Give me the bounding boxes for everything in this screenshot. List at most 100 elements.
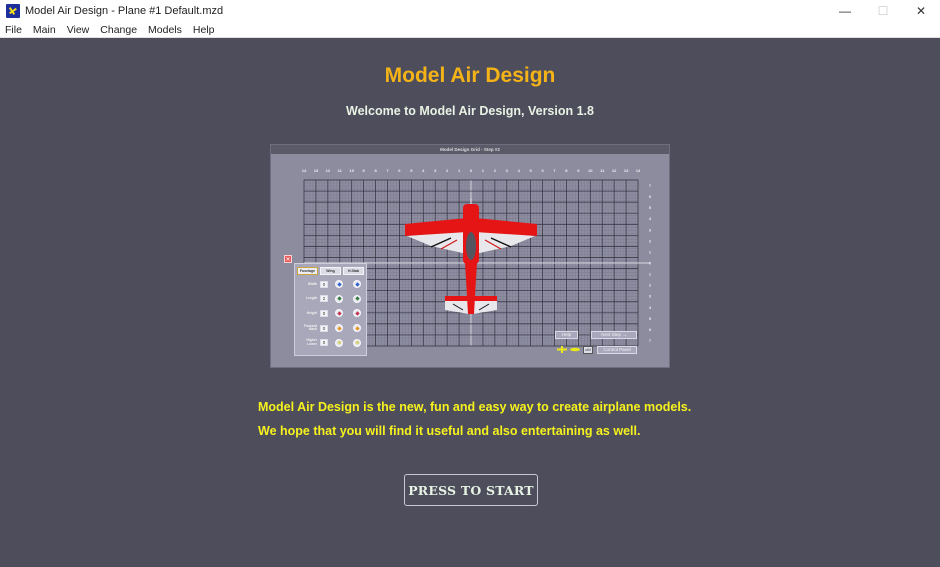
right-axis-tick-label: 3 [649, 294, 652, 299]
increase-icon [335, 280, 343, 289]
menu-main[interactable]: Main [27, 24, 61, 36]
top-axis-tick-label: 9 [577, 168, 580, 173]
description-line-1: Model Air Design is the new, fun and eas… [258, 400, 692, 414]
plane-side-icon [570, 347, 580, 352]
panel-row-label: Forward Back [303, 323, 317, 332]
panel-row: Length 2 [295, 292, 366, 307]
next-step-button-preview: Next Step → [591, 331, 637, 339]
top-axis-tick-label: 7 [386, 168, 389, 173]
panel-row-value: 0 [320, 324, 328, 332]
menu-models[interactable]: Models [142, 24, 187, 36]
right-axis-tick-label: 3 [649, 227, 652, 232]
tab-fuselage: Fuselage [297, 267, 318, 275]
right-axis-tick-label: 1 [649, 272, 652, 277]
control-panel-button-preview: Control Panel [597, 346, 637, 354]
right-axis-tick-label: 2 [649, 283, 652, 288]
top-axis-tick-label: 8 [374, 168, 377, 173]
top-axis-tick-label: 4 [518, 168, 521, 173]
top-axis-tick-label: 11 [338, 168, 343, 173]
panel-row-value: 0 [320, 309, 328, 317]
top-axis-tick-label: 13 [314, 168, 319, 173]
right-axis-tick-label: 2 [649, 238, 652, 243]
right-axis-tick-label: 5 [649, 205, 652, 210]
right-axis-tick-label: 0 [649, 261, 652, 266]
decrease-icon [353, 280, 361, 289]
top-axis-tick-label: 3 [434, 168, 437, 173]
top-axis-tick-label: 1 [482, 168, 485, 173]
right-axis-tick-label: 4 [649, 305, 652, 310]
top-axis-tick-label: 5 [530, 168, 533, 173]
top-axis-tick-label: 0 [470, 168, 473, 173]
menu-view[interactable]: View [61, 24, 95, 36]
top-axis-tick-label: 3 [506, 168, 509, 173]
right-axis-tick-label: 1 [649, 249, 652, 254]
press-to-start-button[interactable]: PRESS TO START [404, 474, 538, 506]
top-axis-tick-label: 4 [422, 168, 425, 173]
top-axis-tick-label: 8 [565, 168, 568, 173]
panel-row-value: 2 [320, 295, 328, 303]
right-axis-tick-label: 4 [649, 216, 652, 221]
top-axis-tick-label: 12 [326, 168, 331, 173]
panel-row-value: 0 [320, 280, 328, 288]
main-content: Model Air Design Welcome to Model Air De… [0, 38, 940, 567]
top-axis-tick-label: 11 [600, 168, 605, 173]
window-title: Model Air Design - Plane #1 Default.mzd [25, 5, 224, 17]
panel-row-label: Height [306, 310, 317, 315]
right-axis-tick-label: 6 [649, 327, 652, 332]
panel-tabs: Fuselage Wing H.Stab [295, 264, 366, 277]
fuselage-control-panel: Fuselage Wing H.Stab Width 0 Length 2 Height… [294, 263, 367, 356]
increase-icon [335, 294, 343, 303]
tab-wing: Wing [320, 267, 341, 275]
decrease-icon [353, 324, 361, 333]
panel-row-label: Higher Lower [306, 338, 317, 346]
canopy [466, 232, 476, 260]
panel-row: Width 0 [295, 277, 366, 292]
decrease-icon [353, 338, 361, 347]
close-button[interactable]: ✕ [902, 0, 940, 22]
welcome-subtitle: Welcome to Model Air Design, Version 1.8 [346, 104, 594, 118]
top-axis-tick-label: 13 [624, 168, 629, 173]
top-axis-tick-label: 12 [612, 168, 617, 173]
panel-rows: Width 0 Length 2 Height 0 Forward Back 0 Higher … [295, 277, 366, 350]
increase-icon [335, 338, 343, 347]
top-axis-tick-label: 14 [302, 168, 307, 173]
panel-row: Height 0 [295, 306, 366, 321]
right-axis-tick-label: 6 [649, 194, 652, 199]
top-axis-tick-label: 2 [494, 168, 497, 173]
right-axis-tick-label: 7 [649, 338, 652, 343]
panel-row-value: 0 [320, 339, 328, 347]
cm-toggle-preview: cM [583, 346, 593, 354]
help-button-preview: Help [555, 331, 578, 339]
top-axis-tick-label: 1 [458, 168, 461, 173]
top-axis-tick-label: 6 [398, 168, 401, 173]
panel-row-label: Width [307, 281, 317, 286]
menu-change[interactable]: Change [94, 24, 142, 36]
description-line-2: We hope that you will find it useful and… [258, 424, 641, 438]
title-bar: Model Air Design - Plane #1 Default.mzd … [0, 0, 940, 22]
decrease-icon [353, 294, 361, 303]
top-axis-tick-label: 10 [349, 168, 354, 173]
maximize-button[interactable]: ☐ [864, 0, 902, 22]
top-axis-tick-label: 2 [446, 168, 449, 173]
panel-row: Higher Lower 0 [295, 335, 366, 350]
top-axis-tick-label: 14 [636, 168, 641, 173]
top-axis-tick-label: 9 [363, 168, 366, 173]
right-axis-tick-label: 7 [649, 183, 652, 188]
menu-help[interactable]: Help [187, 24, 220, 36]
top-axis-tick-label: 7 [553, 168, 556, 173]
top-axis-tick-label: 5 [410, 168, 413, 173]
menu-file[interactable]: File [0, 24, 27, 36]
increase-icon [335, 309, 343, 318]
top-axis-tick-label: 6 [541, 168, 544, 173]
app-logo-icon [6, 4, 20, 18]
menu-bar: File Main View Change Models Help [0, 22, 940, 38]
tab-hstab: H.Stab [343, 267, 364, 275]
design-preview-image: Model Design Grid - Step #2 14 13 12 11 10 9 8… [270, 144, 670, 368]
decrease-icon [353, 309, 361, 318]
right-axis-tick-label: 5 [649, 316, 652, 321]
minimize-button[interactable]: — [826, 0, 864, 22]
plane-front-icon [557, 346, 567, 353]
panel-row-label: Length [306, 296, 317, 301]
page-title: Model Air Design [384, 64, 556, 87]
preview-titlebar: Model Design Grid - Step #2 [271, 145, 669, 154]
